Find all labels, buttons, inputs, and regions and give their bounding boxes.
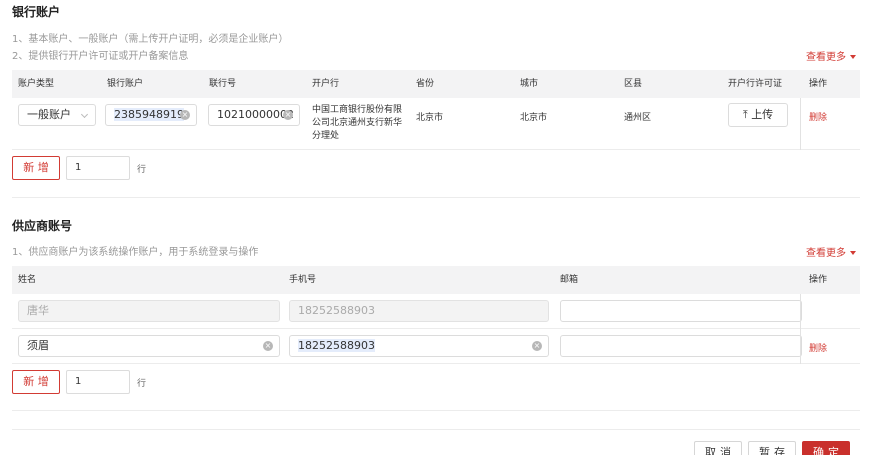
name-value: 须眉 [27,339,49,352]
col-account-no: 银行账户 [107,79,144,89]
confirm-button[interactable]: 确定 [802,441,850,455]
caret-down-icon [850,251,856,255]
email-input[interactable] [560,335,802,357]
bank-name-cell: 中国工商银行股份有限公司北京通州支行新华分理处 [312,105,403,141]
account-no-input[interactable]: 2385948919 × [105,104,197,126]
col-city: 城市 [520,79,539,89]
chevron-down-icon [80,110,89,119]
phone-input[interactable]: 18252588903 × [289,335,549,357]
upload-icon: ⤒ [742,108,748,121]
page: 银行账户 1、基本账户、一般账户（需上传开户证明，必须是企业账户） 2、提供银行… [0,0,870,455]
section-divider [12,410,860,411]
supplier-view-more-link[interactable]: 查看更多 [806,244,856,259]
col-phone: 手机号 [289,275,317,285]
caret-down-icon [850,55,856,59]
supplier-table-row: 唐华 18252588903 [12,294,860,329]
col-email: 邮箱 [560,275,579,285]
bank-table-row: 一般账户 2385948919 × 10210000002 × 中国工商银行股份… [12,98,860,150]
city-cell: 北京市 [520,113,548,123]
phone-input[interactable]: 18252588903 [289,300,549,322]
upload-button[interactable]: ⤒ 上传 [728,103,788,127]
column-divider [800,294,801,329]
bank-note-1: 1、基本账户、一般账户（需上传开户证明，必须是企业账户） [12,34,289,45]
supplier-section-title: 供应商账号 [12,219,73,233]
clear-icon[interactable]: × [532,341,542,351]
col-actions: 操作 [809,275,828,285]
clear-icon[interactable]: × [283,110,293,120]
supplier-add-count-input[interactable]: 1 [66,370,130,394]
bank-note-2: 2、提供银行开户许可证或开户备案信息 [12,51,189,62]
bank-add-count-input[interactable]: 1 [66,156,130,180]
bank-add-button[interactable]: 新 增 [12,156,60,180]
email-input[interactable] [560,300,802,322]
bank-add-unit: 行 [137,165,147,175]
supplier-view-more-label: 查看更多 [806,248,846,259]
phone-value: 18252588903 [298,339,375,352]
clear-icon[interactable]: × [263,341,273,351]
col-district: 区县 [624,79,643,89]
bank-row-delete-link[interactable]: 删除 [809,110,827,123]
supplier-table-header: 姓名 手机号 邮箱 操作 [12,266,860,294]
col-license: 开户行许可证 [728,79,783,89]
cancel-button[interactable]: 取消 [694,441,742,455]
section-divider [12,197,860,198]
bank-table-header: 账户类型 银行账户 联行号 开户行 省份 城市 区县 开户行许可证 操作 [12,70,860,98]
supplier-table-row: 须眉 × 18252588903 × 删除 [12,329,860,364]
col-account-type: 账户类型 [18,79,55,89]
col-name: 姓名 [18,275,37,285]
col-bank-code: 联行号 [209,79,237,89]
name-input[interactable]: 须眉 × [18,335,280,357]
district-cell: 通州区 [624,113,652,123]
account-no-value: 2385948919 [114,108,184,121]
column-divider [800,329,801,364]
bank-code-input[interactable]: 10210000002 × [208,104,300,126]
supplier-note: 1、供应商账户为该系统操作账户，用于系统登录与操作 [12,247,259,258]
supplier-add-button[interactable]: 新 增 [12,370,60,394]
col-bank-name: 开户行 [312,79,340,89]
name-input[interactable]: 唐华 [18,300,280,322]
province-cell: 北京市 [416,113,444,123]
account-type-select[interactable]: 一般账户 [18,104,96,126]
col-actions: 操作 [809,79,828,89]
save-draft-button[interactable]: 暂存 [748,441,796,455]
bank-view-more-link[interactable]: 查看更多 [806,48,856,63]
bank-view-more-label: 查看更多 [806,52,846,63]
column-divider [800,98,801,150]
upload-label: 上传 [751,108,774,121]
bank-section-title: 银行账户 [12,5,61,19]
account-type-value: 一般账户 [27,108,71,121]
col-province: 省份 [416,79,435,89]
footer-divider [12,429,860,430]
clear-icon[interactable]: × [180,110,190,120]
supplier-add-unit: 行 [137,379,147,389]
supplier-row-delete-link[interactable]: 删除 [809,341,827,354]
